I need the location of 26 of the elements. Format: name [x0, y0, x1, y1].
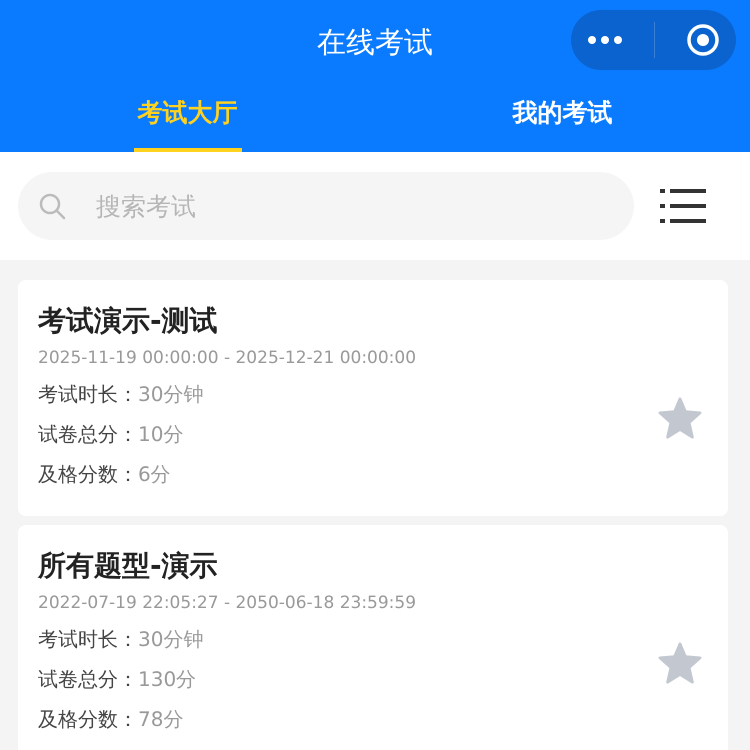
- search-icon: [38, 192, 66, 220]
- field-label: 考试时长：: [38, 627, 138, 651]
- exam-title: 所有题型-演示: [38, 548, 219, 584]
- field-label: 试卷总分：: [38, 667, 138, 691]
- more-icon[interactable]: [586, 35, 623, 45]
- field-value: 130分: [138, 667, 196, 691]
- field-value: 30分钟: [138, 382, 204, 406]
- exam-title: 考试演示-测试: [38, 303, 219, 339]
- tab[interactable]: 我的考试: [375, 86, 750, 152]
- field-label: 试卷总分：: [38, 422, 138, 446]
- exam-period: 2022-07-19 22:05:27 - 2050-06-18 23:59:59: [38, 593, 416, 613]
- field-label: 考试时长：: [38, 382, 138, 406]
- field-value: 10分: [138, 422, 184, 446]
- field-label: 及格分数：: [38, 462, 138, 486]
- search-field[interactable]: 搜索考试: [94, 190, 398, 222]
- field-value: 6分: [138, 462, 171, 486]
- exam-period: 2025-11-19 00:00:00 - 2025-12-21 00:00:00: [38, 348, 416, 368]
- page-title: 在线考试: [317, 24, 433, 61]
- exam-card[interactable]: 所有题型-演示 2022-07-19 22:05:27 - 2050-06-18 23:59:59 考试时长：30分钟 试卷总分：130分 及格分数：78分: [18, 525, 728, 750]
- exam-card[interactable]: 考试演示-测试 2025-11-19 00:00:00 - 2025-12-21 00:00:00 考试时长：30分钟 试卷总分：10分 及格分数：6分: [18, 280, 728, 516]
- star-icon[interactable]: [658, 397, 702, 439]
- field-value: 78分: [138, 707, 184, 731]
- field-label: 及格分数：: [38, 707, 138, 731]
- list-icon[interactable]: [660, 188, 706, 224]
- field-value: 30分钟: [138, 627, 204, 651]
- star-icon[interactable]: [658, 642, 702, 684]
